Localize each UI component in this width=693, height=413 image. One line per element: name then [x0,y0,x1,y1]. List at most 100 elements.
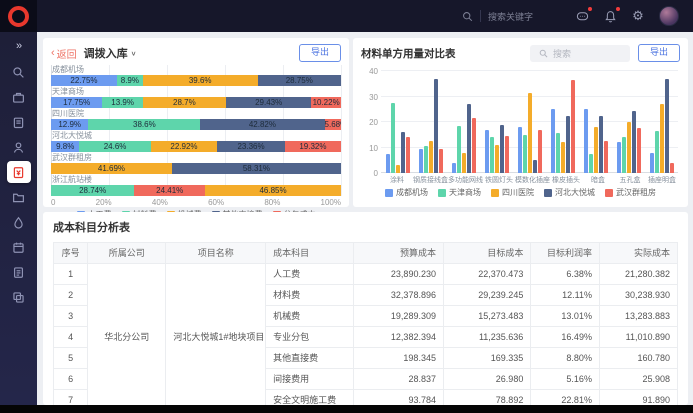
avatar[interactable] [659,6,679,26]
messages-button[interactable] [575,9,589,23]
material-chart: 010203040 涂料钢质接线盒多功能网线铁圆灯头模数化插座橡皮插头暗盒五孔盒… [361,71,680,198]
layers-icon [12,291,25,304]
global-search[interactable]: 搜索关键字 [462,10,533,23]
transfer-panel: ‹ 返回 调拨入库 ∨ 导出 成都机场22.75%8.9%39.6%28.75%… [43,38,349,207]
cell-budget: 32,378.896 [353,285,443,306]
sidebar-item-drop[interactable] [7,211,31,233]
legend-item[interactable]: 四川医院 [491,188,534,198]
material-search-input[interactable]: 搜索 [530,45,630,62]
axis-tick-label: 20% [96,198,112,207]
sidebar-item-search[interactable] [7,61,31,83]
bar-category-label: 天津商场 [52,87,341,96]
back-link[interactable]: ‹ 返回 [51,46,77,61]
bar [457,126,461,173]
app-logo[interactable] [0,0,37,32]
export-button[interactable]: 导出 [638,44,680,61]
bar-group [480,71,513,173]
cell-no: 2 [54,285,88,306]
legend-label: 河北大悦城 [555,188,595,198]
bar [528,93,532,173]
cell-budget: 93.784 [353,390,443,406]
notification-dot [616,7,620,11]
cell-rate: 8.80% [531,348,600,369]
bar [452,163,456,173]
briefcase-icon [12,91,25,104]
axis-category-label: 暗盒 [582,176,614,185]
bar-segment: 8.9% [117,75,143,86]
bar [650,153,654,173]
bar-segment: 17.75% [51,97,102,108]
main-content: ‹ 返回 调拨入库 ∨ 导出 成都机场22.75%8.9%39.6%28.75%… [37,32,693,405]
bar [434,79,438,173]
sidebar-item-folder[interactable] [7,186,31,208]
top-bar: 搜索关键字 ⚙ [0,0,693,32]
column-header: 实际成本 [599,243,677,264]
settings-button[interactable]: ⚙ [631,9,645,23]
cell-target: 15,273.483 [443,306,530,327]
cell-budget: 198.345 [353,348,443,369]
cell-actual: 30,238.930 [599,285,677,306]
bar [594,127,598,173]
material-title: 材料单方用量对比表 [361,46,456,61]
sidebar-item-clipboard[interactable] [7,111,31,133]
bar-group [579,71,612,173]
axis-tick-label: 40% [152,198,168,207]
bar [439,149,443,173]
material-chart-plot: 010203040 [381,71,678,173]
legend-swatch [491,189,499,197]
sidebar-item-file[interactable] [7,261,31,283]
bar [622,137,626,173]
bar-group [612,71,645,173]
chart-row: 四川医院12.9%38.6%42.82%5.68% [51,109,341,130]
cell-no: 5 [54,348,88,369]
folder-icon [12,191,25,204]
cell-subject: 人工费 [266,264,353,285]
legend-item[interactable]: 成都机场 [385,188,428,198]
topbar-icons: ⚙ [575,6,679,26]
bar-category-label: 河北大悦城 [52,131,341,140]
legend-item[interactable]: 河北大悦城 [544,188,595,198]
cell-budget: 19,289.309 [353,306,443,327]
bar [627,122,631,173]
bar [518,127,522,173]
bar [589,154,593,173]
legend-item[interactable]: 武汉群租房 [605,188,656,198]
chart-row: 天津商场17.75%13.9%28.7%29.43%10.22% [51,87,341,108]
transfer-panel-header: ‹ 返回 调拨入库 ∨ 导出 [51,43,341,63]
sidebar-item-user[interactable] [7,136,31,158]
cell-subject: 其他直接费 [266,348,353,369]
cell-company: 华北分公司 [88,264,166,406]
bar [472,118,476,173]
bar [533,160,537,173]
legend-item[interactable]: 天津商场 [438,188,481,198]
bottom-bar [0,405,693,413]
chevron-left-icon: ‹ [51,48,55,58]
bar-segment: 23.36% [217,141,285,152]
cell-rate: 12.11% [531,285,600,306]
transfer-title-dropdown[interactable]: 调拨入库 ∨ [84,45,137,61]
bar-category-label: 成都机场 [52,65,341,74]
notifications-button[interactable] [603,9,617,23]
sidebar-item-cost-active[interactable] [7,161,31,183]
sidebar-item-calendar[interactable] [7,236,31,258]
bar-group [513,71,546,173]
cell-project: 河北大悦城1#地块项目 [166,264,266,406]
column-header: 所属公司 [88,243,166,264]
sidebar-item-layers[interactable] [7,286,31,308]
cell-no: 4 [54,327,88,348]
stacked-bar: 41.69%58.31% [51,163,341,174]
sidebar-collapse-button[interactable]: » [7,37,31,55]
cell-no: 6 [54,369,88,390]
global-search-placeholder: 搜索关键字 [488,10,533,23]
gridline [341,65,342,196]
cell-target: 11,235.636 [443,327,530,348]
cell-actual: 11,010.890 [599,327,677,348]
sidebar-item-briefcase[interactable] [7,86,31,108]
bar [604,141,608,173]
stacked-bar: 17.75%13.9%28.7%29.43%10.22% [51,97,341,108]
cell-target: 22,370.473 [443,264,530,285]
export-button[interactable]: 导出 [299,44,341,61]
cell-budget: 12,382.394 [353,327,443,348]
bar-segment: 38.6% [88,119,200,130]
cell-no: 7 [54,390,88,406]
